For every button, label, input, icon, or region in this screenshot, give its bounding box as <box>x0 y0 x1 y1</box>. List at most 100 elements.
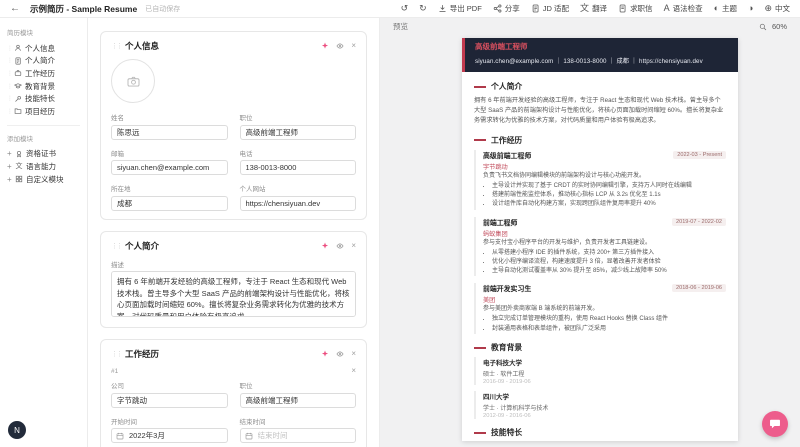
sidebar-divider <box>7 125 80 126</box>
location-input[interactable] <box>111 196 228 211</box>
field-label: 姓名 <box>111 112 228 122</box>
end-date-input[interactable] <box>240 428 357 443</box>
sidebar-item-projects[interactable]: ⋮ 项目经历 <box>7 105 80 118</box>
start-date-input[interactable] <box>111 428 228 443</box>
phone-input[interactable] <box>240 160 357 175</box>
custom-module-icon <box>15 175 23 183</box>
dark-mode-button[interactable]: ◑ <box>748 4 753 13</box>
job-bullet: 主导自动化测试覆盖率从 30% 提升至 85%，减少线上故障率 50% <box>492 267 726 276</box>
job-position-input[interactable] <box>240 393 357 408</box>
drag-handle-icon[interactable]: ⋮ <box>7 45 11 52</box>
work-experience-card: ⋮⋮ 工作经历 × #1 × 公司 职位 <box>100 339 367 447</box>
cover-letter-button[interactable]: 求职信 <box>618 3 653 14</box>
share-button[interactable]: 分享 <box>493 3 520 14</box>
section-dash <box>474 347 486 349</box>
field-label: 开始时间 <box>111 416 228 426</box>
eye-icon[interactable] <box>336 42 344 50</box>
theme-icon: ◐ <box>714 4 719 13</box>
edu-period: 2012-09 - 2016-06 <box>483 413 726 419</box>
close-icon[interactable]: × <box>351 350 356 358</box>
field-label: 职位 <box>240 112 357 122</box>
company-input[interactable] <box>111 393 228 408</box>
work-entry: 前端工程师 2019-07 - 2022-02 蚂蚁集团 参与支付宝小程序平台的… <box>474 217 726 277</box>
back-icon[interactable]: ← <box>10 3 20 14</box>
briefcase-icon <box>14 69 22 77</box>
remove-entry-icon[interactable]: × <box>351 367 356 375</box>
camera-icon <box>127 76 140 87</box>
globe-icon: ⊕ <box>764 4 772 13</box>
chat-bubble-icon <box>769 418 781 430</box>
field-label: 公司 <box>111 380 228 390</box>
export-pdf-button[interactable]: 导出 PDF <box>438 3 482 14</box>
section-title-education: 教育背景 <box>474 342 726 353</box>
close-icon[interactable]: × <box>351 42 356 50</box>
sidebar-item-summary[interactable]: ⋮ 个人简介 <box>7 55 80 68</box>
download-icon <box>438 4 447 13</box>
dark-mode-icon: ◑ <box>748 4 753 13</box>
field-label: 职位 <box>240 380 357 390</box>
drag-handle-icon[interactable]: ⋮ <box>7 57 11 64</box>
ai-sparkle-icon[interactable] <box>321 350 329 358</box>
app-root: ← 示例简历 - Sample Resume 已自动保存 ↺ ↻ 导出 PDF … <box>0 0 800 447</box>
plus-icon: + <box>7 175 12 184</box>
autosave-status: 已自动保存 <box>145 4 180 14</box>
language-button[interactable]: ⊕ 中文 <box>764 3 790 14</box>
ai-sparkle-icon[interactable] <box>321 42 329 50</box>
drag-handle-icon[interactable]: ⋮⋮ <box>111 242 121 250</box>
eye-icon[interactable] <box>336 242 344 250</box>
calendar-icon <box>245 432 253 440</box>
resume-header: 高级前端工程师 siyuan.chen@example.com ｜ 138-00… <box>462 38 738 72</box>
sidebar-item-personal-info[interactable]: ⋮ 个人信息 <box>7 42 80 55</box>
plus-icon: + <box>7 162 12 171</box>
field-label: 描述 <box>111 259 356 269</box>
drag-handle-icon[interactable]: ⋮⋮ <box>111 42 121 50</box>
job-desc: 负责飞书文档协同编辑模块的前端架构设计与核心功能开发。 <box>483 172 726 181</box>
drag-handle-icon[interactable]: ⋮⋮ <box>111 350 121 358</box>
resume-contact-line: siyuan.chen@example.com ｜ 138-0013-8000 … <box>475 56 728 65</box>
job-company: 美团 <box>483 295 726 304</box>
sidebar-add-certificate[interactable]: + 资格证书 <box>7 148 80 161</box>
sidebar-item-work[interactable]: ⋮ 工作经历 <box>7 67 80 80</box>
drag-handle-icon[interactable]: ⋮ <box>7 108 11 115</box>
sidebar-add-custom[interactable]: + 自定义模块 <box>7 173 80 186</box>
grammar-check-button[interactable]: A 语法检查 <box>664 3 703 14</box>
undo-button[interactable]: ↺ <box>401 4 409 13</box>
summary-textarea[interactable]: 拥有 6 年前端开发经验的高级工程师，专注于 React 生态和现代 Web 技… <box>111 271 356 317</box>
photo-upload[interactable] <box>111 59 155 103</box>
website-input[interactable] <box>240 196 357 211</box>
share-icon <box>493 4 502 13</box>
card-title: 个人简介 <box>125 240 159 252</box>
ai-chat-fab[interactable] <box>762 411 788 437</box>
edu-period: 2016-09 - 2019-06 <box>483 379 726 385</box>
name-input[interactable] <box>111 125 228 140</box>
job-role: 高级前端工程师 <box>483 150 531 160</box>
summary-card: ⋮⋮ 个人简介 × 描述 拥有 6 年前端开发经验的高级工程师，专注于 Reac… <box>100 231 367 329</box>
theme-button[interactable]: ◐ 主题 <box>714 3 737 14</box>
ai-sparkle-icon[interactable] <box>321 242 329 250</box>
jd-match-button[interactable]: JD 适配 <box>531 3 569 14</box>
email-input[interactable] <box>111 160 228 175</box>
position-input[interactable] <box>240 125 357 140</box>
zoom-control[interactable]: 60% <box>759 22 787 31</box>
resume-page[interactable]: 高级前端工程师 siyuan.chen@example.com ｜ 138-00… <box>462 38 738 441</box>
close-icon[interactable]: × <box>351 242 356 250</box>
translate-button[interactable]: 文 翻译 <box>580 3 607 14</box>
sidebar-add-title: 添加模块 <box>7 133 80 143</box>
sidebar-item-education[interactable]: ⋮ 教育背景 <box>7 80 80 93</box>
job-bullet: 封装通用表格和表单组件，被团队广泛采用 <box>492 325 726 334</box>
drag-handle-icon[interactable]: ⋮ <box>7 70 11 77</box>
eye-icon[interactable] <box>336 350 344 358</box>
drag-handle-icon[interactable]: ⋮ <box>7 83 11 90</box>
redo-button[interactable]: ↻ <box>419 4 427 13</box>
drag-handle-icon[interactable]: ⋮ <box>7 95 11 102</box>
job-bullet: 设计组件库自动化构建方案，实现跨团队组件复用率提升 40% <box>492 200 726 209</box>
graduation-cap-icon <box>14 82 22 90</box>
resume-summary-text: 拥有 6 年前端开发经验的高级工程师，专注于 React 生态和现代 Web 技… <box>474 96 726 127</box>
sidebar: 简历模块 ⋮ 个人信息 ⋮ 个人简介 ⋮ 工作经历 ⋮ 教育背景 <box>0 18 88 447</box>
sidebar-item-skills[interactable]: ⋮ 技能特长 <box>7 92 80 105</box>
user-avatar[interactable]: N <box>8 421 26 439</box>
grammar-icon: A <box>664 4 670 13</box>
school-name: 电子科技大学 <box>483 357 726 367</box>
toolbar: ↺ ↻ 导出 PDF 分享 JD 适配 文 翻译 求职信 <box>401 3 790 14</box>
sidebar-add-language[interactable]: + 文 语言能力 <box>7 160 80 173</box>
